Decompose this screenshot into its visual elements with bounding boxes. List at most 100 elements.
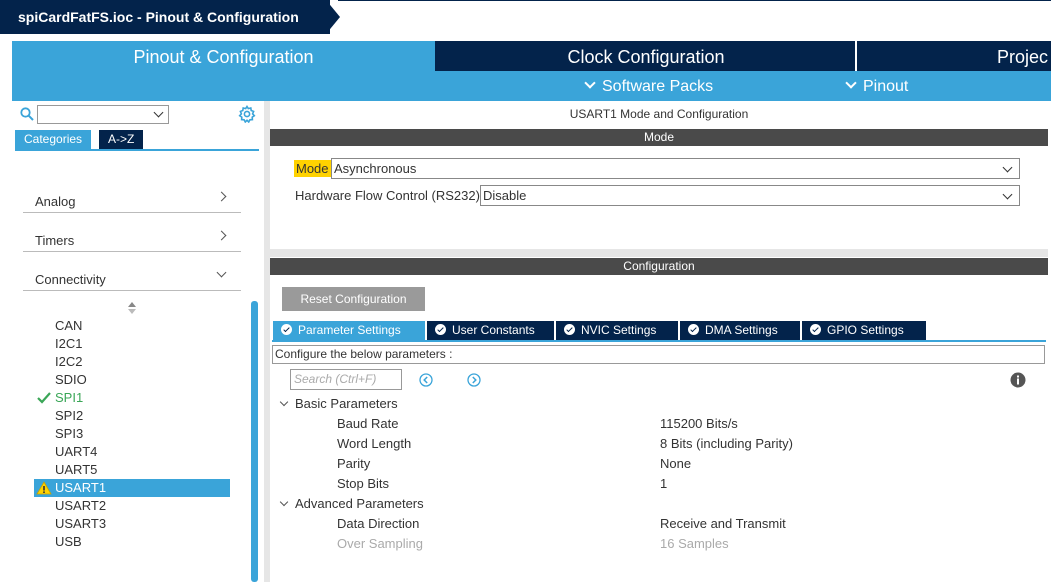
- previous-result-icon[interactable]: [419, 373, 433, 387]
- param-name: Word Length: [337, 436, 412, 451]
- peripheral-uart4[interactable]: UART4: [34, 443, 230, 461]
- sub-menu-bar: Software Packs Pinout: [12, 71, 1051, 101]
- group-label: Basic Parameters: [295, 396, 398, 411]
- mode-label: Mode: [294, 160, 331, 177]
- param-value: 1: [660, 476, 668, 491]
- peripheral-usart2[interactable]: USART2: [34, 497, 230, 515]
- left-scrollbar[interactable]: [251, 301, 258, 582]
- software-packs-menu[interactable]: Software Packs: [584, 71, 714, 101]
- chevron-down-icon: [153, 107, 164, 118]
- param-row-data-direction[interactable]: Data Direction Receive and Transmit: [270, 514, 1046, 534]
- chevron-right-icon: [216, 191, 227, 202]
- chevron-down-icon: [584, 77, 596, 89]
- tab-label: Parameter Settings: [298, 323, 401, 337]
- reset-configuration-button[interactable]: Reset Configuration: [282, 287, 425, 311]
- search-dropdown[interactable]: [37, 105, 169, 124]
- peripheral-label: SPI1: [55, 390, 84, 405]
- param-row-parity[interactable]: Parity None: [270, 454, 1046, 474]
- category-analog[interactable]: Analog: [23, 183, 241, 213]
- configure-description: Configure the below parameters :: [272, 345, 1045, 364]
- tab-a-z[interactable]: A->Z: [99, 130, 144, 149]
- category-label: Analog: [35, 194, 76, 209]
- tab-parameter-settings[interactable]: Parameter Settings: [273, 321, 425, 340]
- tab-gpio-settings[interactable]: GPIO Settings: [802, 321, 926, 340]
- tab-label: DMA Settings: [705, 323, 778, 337]
- check-circle-icon: [564, 324, 575, 335]
- panel-title: USART1 Mode and Configuration: [569, 107, 749, 121]
- categories-panel: Categories A->Z Analog Timers Connectivi…: [12, 101, 262, 582]
- param-tab-underline: [272, 340, 1046, 342]
- pinout-label: Pinout: [863, 78, 909, 95]
- chevron-down-icon: [279, 497, 289, 507]
- peripheral-usart3[interactable]: USART3: [34, 515, 230, 533]
- param-row-baud-rate[interactable]: Baud Rate 115200 Bits/s: [270, 414, 1046, 434]
- param-row-word-length[interactable]: Word Length 8 Bits (including Parity): [270, 434, 1046, 454]
- tab-project-manager[interactable]: Projec: [855, 41, 1051, 71]
- category-connectivity[interactable]: Connectivity: [23, 261, 241, 291]
- param-name: Baud Rate: [337, 416, 399, 431]
- sort-icon[interactable]: [127, 301, 137, 315]
- param-value: 8 Bits (including Parity): [660, 436, 793, 451]
- title-underline: [338, 0, 1051, 1]
- chevron-down-icon: [1002, 162, 1013, 173]
- group-basic-parameters[interactable]: Basic Parameters: [270, 394, 1046, 414]
- tab-user-constants[interactable]: User Constants: [427, 321, 554, 340]
- param-value: 115200 Bits/s: [660, 416, 738, 431]
- peripheral-can[interactable]: CAN: [34, 317, 230, 335]
- mode-select-value: Asynchronous: [334, 161, 417, 176]
- param-name: Data Direction: [337, 516, 420, 531]
- info-icon[interactable]: [1010, 372, 1026, 388]
- tab-categories[interactable]: Categories: [15, 130, 92, 149]
- title-bar: spiCardFatFS.ioc - Pinout & Configuratio…: [0, 0, 1051, 34]
- pinout-menu[interactable]: Pinout: [845, 71, 909, 101]
- software-packs-label: Software Packs: [602, 78, 714, 95]
- tab-clock-configuration[interactable]: Clock Configuration: [437, 41, 855, 71]
- peripheral-usb[interactable]: USB: [34, 533, 230, 551]
- mode-select[interactable]: Asynchronous: [331, 158, 1020, 179]
- tab-underline: [15, 149, 259, 151]
- peripheral-spi3[interactable]: SPI3: [34, 425, 230, 443]
- param-row-stop-bits[interactable]: Stop Bits 1: [270, 474, 1046, 494]
- chevron-down-icon: [279, 397, 289, 407]
- chevron-down-icon: [216, 267, 227, 278]
- peripheral-label: USART1: [55, 480, 107, 495]
- param-name: Parity: [337, 456, 371, 471]
- chevron-right-icon: [216, 230, 227, 241]
- tab-dma-settings[interactable]: DMA Settings: [680, 321, 800, 340]
- peripheral-i2c2[interactable]: I2C2: [34, 353, 230, 371]
- peripheral-usart1[interactable]: USART1: [34, 479, 230, 497]
- category-timers[interactable]: Timers: [23, 222, 241, 252]
- tab-pinout-configuration[interactable]: Pinout & Configuration: [12, 41, 435, 71]
- param-name: Stop Bits: [337, 476, 390, 491]
- gear-icon[interactable]: [238, 105, 256, 123]
- peripheral-spi2[interactable]: SPI2: [34, 407, 230, 425]
- check-icon: [37, 392, 51, 404]
- group-label: Advanced Parameters: [295, 496, 424, 511]
- next-result-icon[interactable]: [467, 373, 481, 387]
- section-separator: [270, 249, 1048, 257]
- main-tabs: Pinout & Configuration Clock Configurati…: [12, 41, 1051, 71]
- peripheral-spi1[interactable]: SPI1: [34, 389, 230, 407]
- flow-control-select[interactable]: Disable: [480, 185, 1020, 206]
- warning-icon: [36, 481, 52, 495]
- param-row-over-sampling: Over Sampling 16 Samples: [270, 534, 1046, 554]
- parameter-search-input[interactable]: Search (Ctrl+F): [290, 369, 402, 390]
- check-circle-icon: [688, 324, 699, 335]
- check-circle-icon: [281, 324, 292, 335]
- configuration-panel: USART1 Mode and Configuration Mode Mode …: [270, 101, 1051, 582]
- tab-label: User Constants: [452, 323, 535, 337]
- peripheral-sdio[interactable]: SDIO: [34, 371, 230, 389]
- peripheral-i2c1[interactable]: I2C1: [34, 335, 230, 353]
- param-value: None: [660, 456, 692, 471]
- param-name: Over Sampling: [337, 536, 423, 551]
- peripheral-uart5[interactable]: UART5: [34, 461, 230, 479]
- category-label: Connectivity: [35, 272, 106, 287]
- flow-control-value: Disable: [483, 188, 527, 203]
- group-advanced-parameters[interactable]: Advanced Parameters: [270, 494, 1046, 514]
- search-icon: [20, 107, 34, 121]
- param-value: Receive and Transmit: [660, 516, 786, 531]
- tab-nvic-settings[interactable]: NVIC Settings: [556, 321, 678, 340]
- param-value: 16 Samples: [660, 536, 729, 551]
- check-circle-icon: [435, 324, 446, 335]
- mode-section-header: Mode: [270, 129, 1048, 146]
